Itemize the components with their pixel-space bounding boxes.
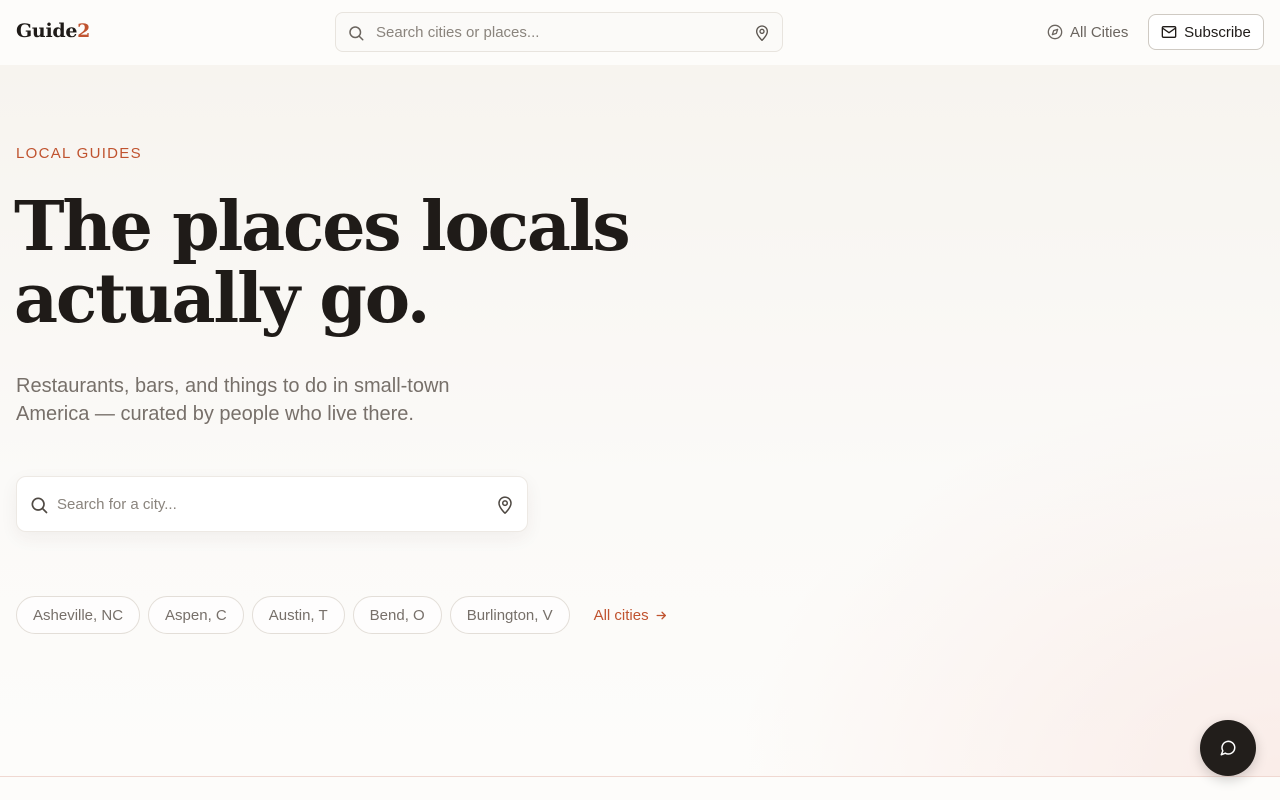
search-icon [31, 497, 48, 514]
search-icon [349, 26, 364, 41]
nav-all-cities[interactable]: All Cities [1047, 20, 1128, 44]
city-chips: Asheville, NC Aspen, C Austin, T Bend, O… [16, 596, 668, 634]
hero-section: LOCAL GUIDES The places locals actually … [0, 65, 1280, 777]
city-search-input[interactable] [57, 477, 487, 531]
map-pin-icon[interactable] [754, 24, 770, 42]
subscribe-label: Subscribe [1184, 23, 1251, 41]
logo-accent: 2 [77, 20, 91, 42]
city-chip[interactable]: Burlington, V [449, 596, 570, 634]
all-cities-label: All cities [593, 606, 649, 624]
nav-all-cities-label: All Cities [1070, 23, 1129, 41]
compass-icon [1047, 24, 1063, 40]
hero-subtitle: Restaurants, bars, and things to do in s… [16, 375, 450, 425]
city-chip[interactable]: Austin, T [251, 596, 345, 634]
map-pin-icon[interactable] [496, 495, 514, 515]
headline-line-2: actually go. [14, 259, 430, 339]
city-chip[interactable]: Bend, O [352, 596, 442, 634]
all-cities-link[interactable]: All cities [594, 607, 668, 624]
top-bar: Guide2 All Cities Subscribe [0, 0, 1280, 65]
page-title: The places locals actually go. [14, 191, 654, 335]
chat-bubble-icon [1220, 740, 1236, 756]
mail-icon [1161, 26, 1177, 38]
chat-button[interactable] [1200, 720, 1256, 776]
headline-line-1: The places locals [14, 187, 631, 267]
city-chip[interactable]: Asheville, NC [16, 596, 141, 634]
subscribe-button[interactable]: Subscribe [1148, 14, 1264, 50]
city-search [16, 476, 528, 532]
logo[interactable]: Guide2 [16, 20, 90, 42]
arrow-right-icon [656, 611, 666, 619]
city-chip[interactable]: Aspen, C [148, 596, 244, 634]
header-search-input[interactable] [376, 13, 746, 51]
eyebrow-label: LOCAL GUIDES [16, 145, 142, 162]
logo-text: Guide [16, 20, 78, 42]
header-search [335, 12, 783, 52]
